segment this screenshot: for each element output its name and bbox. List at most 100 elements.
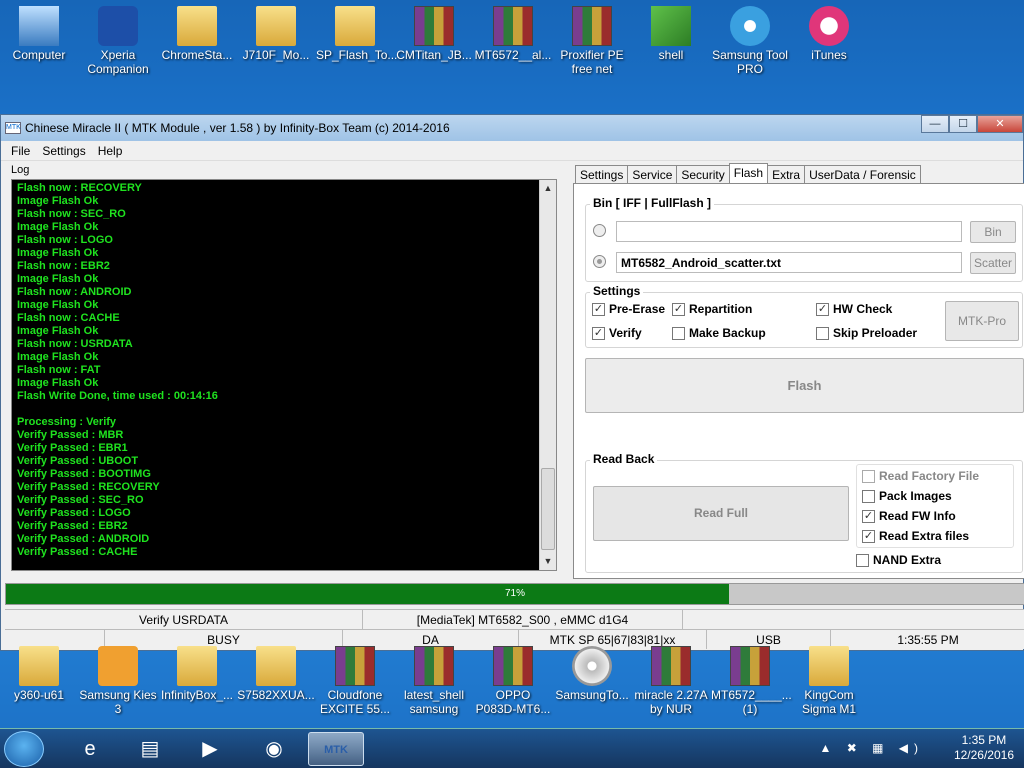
menu-file[interactable]: File bbox=[11, 144, 30, 158]
desktop-icon-label: Samsung Tool PRO bbox=[712, 48, 788, 76]
bin-path-field[interactable] bbox=[616, 221, 962, 242]
desktop-icon[interactable]: shell bbox=[632, 0, 710, 62]
skip-preloader-checkbox[interactable]: Skip Preloader bbox=[816, 326, 917, 340]
chrome-icon[interactable]: ◉ bbox=[246, 732, 302, 766]
unchecked-box-icon bbox=[862, 469, 875, 483]
desktop-icon[interactable]: latest_shell samsung bbox=[395, 640, 473, 716]
desktop-icon[interactable]: SP_Flash_To... bbox=[316, 0, 398, 62]
pack-images-checkbox[interactable]: Pack Images bbox=[862, 489, 952, 503]
ie-icon[interactable]: e bbox=[62, 732, 118, 766]
close-button[interactable]: ✕ bbox=[977, 115, 1023, 133]
desktop-icon[interactable]: Xperia Companion bbox=[79, 0, 157, 76]
progress-bar: 71% bbox=[5, 583, 1024, 605]
pre-erase-checkbox[interactable]: ✓ Pre-Erase bbox=[592, 302, 665, 316]
flash-button[interactable]: Flash bbox=[585, 358, 1024, 413]
desktop-icon[interactable]: Samsung Kies 3 bbox=[79, 640, 157, 716]
folder-icon bbox=[177, 6, 217, 46]
tray-icons[interactable]: ▲ ✖ ▦ ◀) bbox=[820, 741, 925, 755]
bin-button[interactable]: Bin bbox=[970, 221, 1016, 243]
window-title: Chinese Miracle II ( MTK Module , ver 1.… bbox=[25, 121, 450, 135]
bin-radio[interactable] bbox=[593, 224, 606, 237]
tab-extra[interactable]: Extra bbox=[767, 165, 806, 183]
read-fw-info-label: Read FW Info bbox=[879, 509, 956, 523]
desktop-icon[interactable]: KingCom Sigma M1 bbox=[790, 640, 868, 716]
nand-extra-checkbox[interactable]: NAND Extra bbox=[856, 553, 941, 567]
tab-settings[interactable]: Settings bbox=[575, 165, 629, 183]
menu-bar: File Settings Help bbox=[1, 141, 1023, 161]
make-backup-checkbox[interactable]: Make Backup bbox=[672, 326, 766, 340]
scatter-radio[interactable] bbox=[593, 255, 606, 268]
desktop-icon-label: S7582XXUA... bbox=[237, 688, 315, 702]
menu-help[interactable]: Help bbox=[98, 144, 123, 158]
desktop-icon[interactable]: Samsung Tool PRO bbox=[711, 0, 789, 76]
rar-icon bbox=[493, 646, 533, 686]
clock[interactable]: 1:35 PM 12/26/2016 bbox=[954, 733, 1014, 763]
check-icon: ✓ bbox=[592, 326, 605, 340]
folder-icon bbox=[335, 6, 375, 46]
desktop-icon[interactable]: miracle 2.27A by NUR bbox=[632, 640, 710, 716]
log-box[interactable]: Flash now : RECOVERY Image Flash Ok Flas… bbox=[11, 179, 557, 571]
title-bar[interactable]: MTK Chinese Miracle II ( MTK Module , ve… bbox=[1, 115, 1023, 141]
menu-settings[interactable]: Settings bbox=[42, 144, 85, 158]
log-scrollbar[interactable]: ▲ ▼ bbox=[539, 180, 556, 570]
folder-icon bbox=[809, 646, 849, 686]
tab-service[interactable]: Service bbox=[627, 165, 678, 183]
tab-security[interactable]: Security bbox=[676, 165, 730, 183]
desktop-icon-label: SP_Flash_To... bbox=[316, 48, 398, 62]
scroll-down-icon[interactable]: ▼ bbox=[540, 553, 556, 570]
mtk-icon[interactable]: MTK bbox=[308, 732, 364, 766]
desktop-icon-label: latest_shell samsung bbox=[403, 688, 465, 716]
verify-checkbox[interactable]: ✓ Verify bbox=[592, 326, 642, 340]
desktop-icon[interactable]: Proxifier PE free net bbox=[553, 0, 631, 76]
scroll-thumb[interactable] bbox=[541, 468, 555, 550]
bin-group-title: Bin [ IFF | FullFlash ] bbox=[590, 196, 715, 210]
explorer-icon[interactable]: ▤ bbox=[122, 732, 178, 766]
scatter-button[interactable]: Scatter bbox=[970, 252, 1016, 274]
scatter-path-field[interactable]: MT6582_Android_scatter.txt bbox=[616, 252, 962, 273]
desktop-icon[interactable]: CMTitan_JB... bbox=[395, 0, 473, 62]
desktop-icon[interactable]: OPPO P083D-MT6... bbox=[474, 640, 552, 716]
desktop-icon[interactable]: MT6572____... (1) bbox=[711, 640, 792, 716]
desktop-icon[interactable]: J710F_Mo... bbox=[237, 0, 315, 62]
readback-group-title: Read Back bbox=[590, 452, 658, 466]
check-icon: ✓ bbox=[592, 302, 605, 316]
check-icon: ✓ bbox=[862, 529, 875, 543]
desktop-icon-label: Xperia Companion bbox=[87, 48, 149, 76]
read-full-button[interactable]: Read Full bbox=[593, 486, 849, 541]
tab-userdata-forensic[interactable]: UserData / Forensic bbox=[804, 165, 921, 183]
repartition-checkbox[interactable]: ✓ Repartition bbox=[672, 302, 752, 316]
shell-icon bbox=[651, 6, 691, 46]
minimize-button[interactable]: — bbox=[921, 115, 949, 133]
skip-preloader-label: Skip Preloader bbox=[833, 326, 918, 340]
desktop-icon[interactable]: Cloudfone EXCITE 55... bbox=[316, 640, 394, 716]
read-factory-checkbox[interactable]: Read Factory File bbox=[862, 469, 979, 483]
repartition-label: Repartition bbox=[689, 302, 753, 316]
tab-strip: Settings Service Security Flash Extra Us… bbox=[575, 163, 921, 183]
media-icon[interactable]: ▶ bbox=[182, 732, 238, 766]
desktop-icon[interactable]: y360-u61 bbox=[0, 640, 78, 702]
mtk-pro-button[interactable]: MTK-Pro bbox=[945, 301, 1019, 341]
unchecked-box-icon bbox=[862, 489, 875, 503]
rar-icon bbox=[414, 646, 454, 686]
hw-check-checkbox[interactable]: ✓ HW Check bbox=[816, 302, 892, 316]
desktop-icon[interactable]: ChromeSta... bbox=[158, 0, 236, 62]
tab-flash[interactable]: Flash bbox=[728, 163, 769, 183]
maximize-button[interactable]: ☐ bbox=[949, 115, 977, 133]
desktop-icon[interactable]: Computer bbox=[0, 0, 78, 62]
scroll-up-icon[interactable]: ▲ bbox=[540, 180, 556, 197]
start-button[interactable] bbox=[4, 731, 44, 767]
status-bar-1: Verify USRDATA [MediaTek] MT6582_S00 , e… bbox=[5, 609, 1024, 629]
desktop-icon-label: SamsungTo... bbox=[555, 688, 629, 702]
clock-time: 1:35 PM bbox=[961, 733, 1007, 747]
clock-date: 12/26/2016 bbox=[953, 748, 1014, 762]
desktop-icon-label: iTunes bbox=[811, 48, 847, 62]
desktop-icon[interactable]: InfinityBox_... bbox=[158, 640, 236, 702]
read-fw-info-checkbox[interactable]: ✓ Read FW Info bbox=[862, 509, 956, 523]
read-extra-checkbox[interactable]: ✓ Read Extra files bbox=[862, 529, 969, 543]
desktop-icon[interactable]: iTunes bbox=[790, 0, 868, 62]
check-icon: ✓ bbox=[862, 509, 875, 523]
desktop-icon[interactable]: MT6572__al... bbox=[474, 0, 552, 62]
desktop-icon-label: MT6572__al... bbox=[474, 48, 552, 62]
desktop-icon[interactable]: S7582XXUA... bbox=[237, 640, 315, 702]
desktop-icon[interactable]: SamsungTo... bbox=[553, 640, 631, 702]
